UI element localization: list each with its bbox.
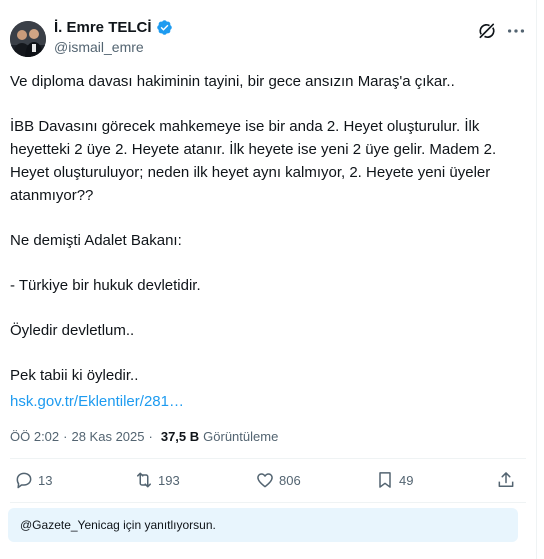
tweet-meta: ÖÖ 2:02 · 28 Kas 2025 · 37,5 B Görüntüle… — [10, 429, 278, 444]
repost-icon — [137, 472, 151, 488]
tweet-paragraph: İBB Davasını görecek mahkemeye ise bir a… — [10, 118, 497, 204]
like-button[interactable]: 806 — [255, 470, 301, 490]
more-options-icon[interactable] — [505, 20, 527, 42]
tweet-paragraph: Ne demişti Adalet Bakanı: — [10, 232, 182, 249]
tweet-paragraph: - Türkiye bir hukuk devletidir. — [10, 277, 201, 294]
tweet-time[interactable]: ÖÖ 2:02 — [10, 429, 59, 444]
view-count[interactable]: 37,5 B — [161, 429, 199, 444]
reply-count: 13 — [38, 472, 53, 488]
heart-icon — [257, 473, 273, 488]
meta-separator: · — [148, 429, 153, 444]
divider — [10, 502, 526, 503]
bookmark-icon — [379, 472, 391, 488]
divider — [10, 458, 526, 459]
verified-badge-icon[interactable] — [156, 19, 173, 36]
tweet-date[interactable]: 28 Kas 2025 — [71, 429, 144, 444]
repost-button[interactable]: 193 — [134, 470, 180, 490]
action-bar: 13 193 806 49 — [0, 470, 536, 496]
like-count: 806 — [279, 472, 301, 488]
tweet-paragraph: Pek tabii ki öyledir.. — [10, 367, 139, 384]
repost-count: 193 — [158, 472, 180, 488]
bookmark-count: 49 — [399, 472, 414, 488]
tweet-card: İ. Emre TELCİ @ismail_emre Ve diploma da… — [0, 0, 536, 559]
tweet-link[interactable]: hsk.gov.tr/Eklentiler/281… — [10, 393, 184, 410]
avatar-photo-icon — [10, 21, 46, 57]
grok-icon[interactable] — [477, 21, 497, 41]
reply-button[interactable]: 13 — [14, 470, 52, 490]
tweet-paragraph: Ve diploma davası hakiminin tayini, bir … — [10, 73, 455, 90]
replying-to-banner[interactable]: @Gazete_Yenicag için yanıtlıyorsun. — [8, 508, 518, 542]
meta-separator: · — [63, 429, 68, 444]
view-label: Görüntüleme — [203, 429, 279, 444]
share-icon — [498, 472, 514, 487]
author-name[interactable]: İ. Emre TELCİ — [54, 19, 152, 36]
tweet-text: Ve diploma davası hakiminin tayini, bir … — [10, 70, 520, 387]
author-name-row: İ. Emre TELCİ — [54, 19, 173, 36]
bookmark-button[interactable]: 49 — [375, 470, 413, 490]
tweet-paragraph: Öyledir devletlum.. — [10, 322, 135, 339]
share-button[interactable] — [496, 470, 520, 490]
replying-to-text: @Gazete_Yenicag için yanıtlıyorsun. — [20, 518, 216, 532]
author-avatar[interactable] — [10, 21, 46, 57]
reply-icon — [16, 472, 32, 489]
author-handle[interactable]: @ismail_emre — [54, 39, 144, 55]
column-border — [536, 0, 537, 559]
